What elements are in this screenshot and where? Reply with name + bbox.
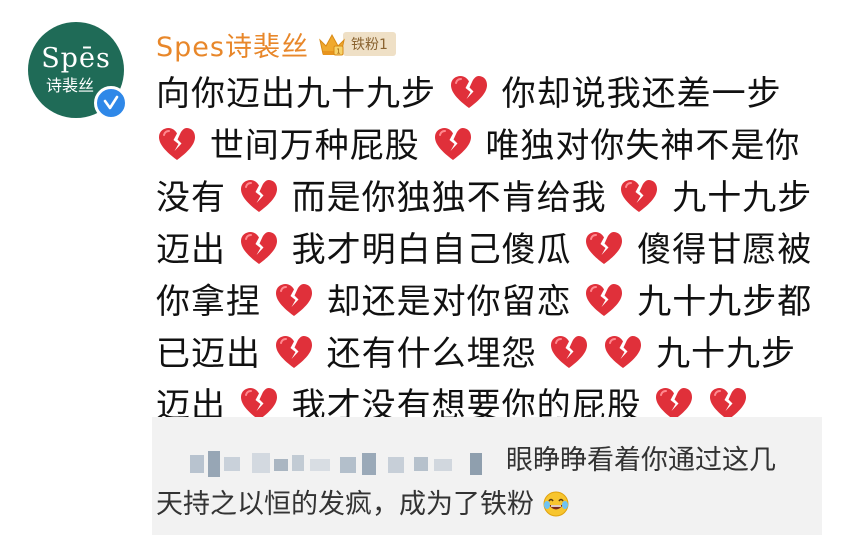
verified-icon (94, 86, 128, 120)
broken-heart-icon (275, 336, 312, 368)
laughing-tears-icon (543, 491, 569, 517)
avatar-brand-cn: 诗裴丝 (45, 76, 94, 95)
broken-heart-icon (605, 336, 642, 368)
broken-heart-icon (159, 128, 195, 160)
post-segment: 你却说我还差一步 (501, 74, 782, 114)
avatar-brand: Spēs (41, 43, 111, 74)
post-segment: 而是你独独不肯给我 (291, 178, 607, 218)
fan-badge-label: 铁粉1 (342, 32, 396, 56)
post-segment: 向你迈出九十九步 (156, 74, 436, 114)
broken-heart-icon (240, 180, 277, 212)
broken-heart-icon (275, 284, 312, 316)
comment-box[interactable]: 眼睁睁看着你通过这几天持之以恒的发疯，成为了铁粉 (152, 417, 822, 535)
svg-text:1: 1 (336, 48, 340, 56)
comment-body: 眼睁睁看着你通过这几天持之以恒的发疯，成为了铁粉 (156, 445, 776, 520)
username[interactable]: Spes诗裴丝 (156, 25, 309, 64)
broken-heart-icon (434, 128, 471, 160)
fan-badge[interactable]: 1 铁粉1 (317, 30, 396, 58)
comment-text: 眼睁睁看着你通过这几天持之以恒的发疯，成为了铁粉 (152, 439, 796, 527)
broken-heart-icon (450, 76, 487, 108)
crown-icon: 1 (319, 33, 345, 56)
post-segment: 还有什么埋怨 (326, 334, 537, 374)
broken-heart-icon (586, 232, 623, 264)
post-header: Spes诗裴丝 1 铁粉1 (156, 24, 396, 64)
broken-heart-icon (586, 284, 623, 316)
broken-heart-icon (621, 180, 658, 212)
post-segment: 却还是对你留恋 (326, 282, 572, 322)
post-segment: 世间万种屁股 (209, 126, 420, 166)
post-segment: 我才明白自己傻瓜 (291, 230, 572, 270)
broken-heart-icon (240, 232, 277, 264)
broken-heart-icon (551, 336, 588, 368)
post-content: 向你迈出九十九步 你却说我还差一步 世间万种屁股 唯独对你失神不是你没有 而是你… (156, 68, 826, 432)
